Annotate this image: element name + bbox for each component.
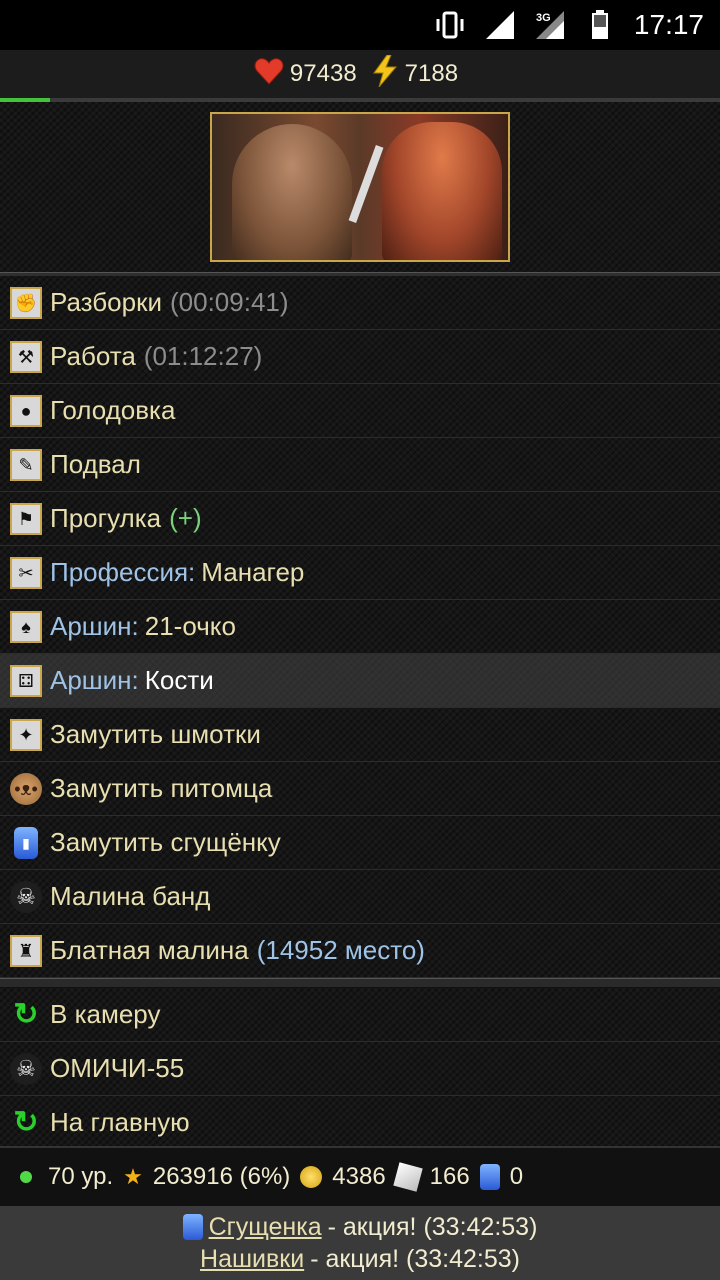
banner-area xyxy=(0,102,720,272)
menu-item[interactable]: ✎ Подвал xyxy=(0,438,720,492)
nav-item[interactable]: ↻ В камеру xyxy=(0,988,720,1042)
cooldown-timer: (00:09:41) xyxy=(170,287,289,317)
menu-item-label: Подвал xyxy=(50,449,141,479)
heart-icon xyxy=(254,57,284,92)
level-value: 70 ур. xyxy=(48,1163,114,1190)
menu-item[interactable]: ● Голодовка xyxy=(0,384,720,438)
hammer-icon: ⚒ xyxy=(10,340,42,373)
dog-icon: •ᴥ• xyxy=(10,772,42,805)
menu-item[interactable]: ✂ Профессия: Манагер xyxy=(0,546,720,600)
menu-item-label: Работа xyxy=(50,341,136,371)
star-icon: ★ xyxy=(123,1164,143,1189)
knife-blade xyxy=(348,145,384,223)
sugar-value: 166 xyxy=(429,1163,470,1190)
main-menu: ✊ Разборки (00:09:41) ⚒ Работа (01:12:27) ● Гол… xyxy=(0,276,720,978)
menu-item-label: В камеру xyxy=(50,999,161,1029)
arrow-return-icon: ↻ xyxy=(13,1105,39,1139)
menu-item[interactable]: ☠ Малина банд xyxy=(0,870,720,924)
fighter-left xyxy=(232,124,352,260)
health-value: 97438 xyxy=(289,60,357,87)
dice-icon: ⚃ xyxy=(10,664,42,697)
coin-icon xyxy=(300,1166,323,1188)
trophy-icon: ♜ xyxy=(10,934,42,967)
jars-value: 0 xyxy=(509,1163,524,1190)
promo-text: - акция! (33:42:53) xyxy=(310,1245,520,1273)
menu-item-prefix: Аршин: xyxy=(50,665,139,695)
menu-item[interactable]: ♜ Блатная малина (14952 место) xyxy=(0,924,720,978)
sugar-cube-icon xyxy=(392,1162,423,1192)
promo-link-sgushchenka[interactable]: Сгущенка xyxy=(209,1211,322,1243)
coins-value: 4386 xyxy=(332,1163,386,1190)
promo-line: Нашивки - акция! (33:42:53) xyxy=(200,1243,520,1275)
nav-item[interactable]: ☠ ОМИЧИ-55 xyxy=(0,1042,720,1096)
experience-value: 263916 (6%) xyxy=(152,1163,291,1190)
promo-line: Сгущенка - акция! (33:42:53) xyxy=(182,1211,538,1243)
menu-item-label: Блатная малина xyxy=(50,935,249,965)
signal-3g-icon: 3G xyxy=(534,9,566,41)
cards-icon: ♠ xyxy=(10,610,42,643)
cooldown-timer: (01:12:27) xyxy=(143,341,263,371)
walk-icon: ⚑ xyxy=(10,502,42,535)
menu-item-label: На главную xyxy=(50,1107,190,1137)
main-content: ✊ Разборки (00:09:41) ⚒ Работа (01:12:27) ● Гол… xyxy=(0,102,720,1150)
arrow-return-icon: ↻ xyxy=(13,997,39,1031)
menu-item-prefix: Профессия: xyxy=(50,557,196,587)
menu-item-label: Малина банд xyxy=(50,881,211,911)
skull-icon: ☠ xyxy=(10,1052,42,1085)
player-stats-header: 97438 7188 xyxy=(0,50,720,98)
promo-text: - акция! (33:42:53) xyxy=(327,1213,538,1241)
rank-value: (14952 место) xyxy=(256,935,425,965)
menu-item[interactable]: ✊ Разборки (00:09:41) xyxy=(0,276,720,330)
menu-item-label: Замутить шмотки xyxy=(50,719,261,749)
battery-icon xyxy=(584,9,616,41)
available-badge: (+) xyxy=(169,503,202,533)
jar-icon xyxy=(182,1214,203,1240)
skull-icon: ☠ xyxy=(10,880,42,913)
navigation-links: ↻ В камеру ☠ ОМИЧИ-55 ↻ На главную xyxy=(0,988,720,1150)
menu-item-label: Разборки xyxy=(50,287,162,317)
menu-item[interactable]: ⚃ Аршин: Кости xyxy=(0,654,720,708)
svg-text:3G: 3G xyxy=(536,12,551,24)
menu-item-label: 21-очко xyxy=(144,611,236,641)
wrench-icon: ✎ xyxy=(10,448,42,481)
jar-icon xyxy=(479,1164,500,1190)
clock: 17:17 xyxy=(633,9,704,40)
menu-item[interactable]: ⚒ Работа (01:12:27) xyxy=(0,330,720,384)
bottom-stats-bar: 70 ур. ★ 263916 (6%) 4386 166 0 xyxy=(0,1146,720,1206)
divider xyxy=(0,978,720,988)
menu-item-label: Манагер xyxy=(201,557,305,587)
lightning-icon xyxy=(371,54,399,94)
menu-item[interactable]: ▮ Замутить сгущёнку xyxy=(0,816,720,870)
fist-icon: ✊ xyxy=(10,286,42,319)
signal-icon xyxy=(484,9,516,41)
menu-item[interactable]: •ᴥ• Замутить питомца xyxy=(0,762,720,816)
promo-link-nashivki[interactable]: Нашивки xyxy=(200,1243,304,1275)
level-dot-icon xyxy=(20,1171,32,1183)
fight-scene-image[interactable] xyxy=(210,112,510,262)
menu-item-label: Замутить питомца xyxy=(50,773,273,803)
nav-item[interactable]: ↻ На главную xyxy=(0,1096,720,1150)
menu-item-label: Кости xyxy=(144,665,214,695)
menu-item-label: Замутить сгущёнку xyxy=(50,827,281,857)
menu-item-label: ОМИЧИ-55 xyxy=(50,1053,185,1083)
menu-item[interactable]: ♠ Аршин: 21-очко xyxy=(0,600,720,654)
promo-banner: Сгущенка - акция! (33:42:53) Нашивки - а… xyxy=(0,1206,720,1280)
fighter-right xyxy=(382,122,502,260)
apple-icon: ● xyxy=(10,394,42,427)
menu-item-label: Голодовка xyxy=(50,395,176,425)
energy-value: 7188 xyxy=(404,60,459,87)
menu-item[interactable]: ⚑ Прогулка (+) xyxy=(0,492,720,546)
vibrate-icon xyxy=(434,9,466,41)
jar-icon: ▮ xyxy=(14,826,38,859)
menu-item[interactable]: ✦ Замутить шмотки xyxy=(0,708,720,762)
menu-item-label: Прогулка xyxy=(50,503,162,533)
profession-icon: ✂ xyxy=(10,556,42,589)
menu-item-prefix: Аршин: xyxy=(50,611,139,641)
system-status-bar: 3G 17:17 xyxy=(0,0,720,50)
clothes-icon: ✦ xyxy=(10,718,42,751)
